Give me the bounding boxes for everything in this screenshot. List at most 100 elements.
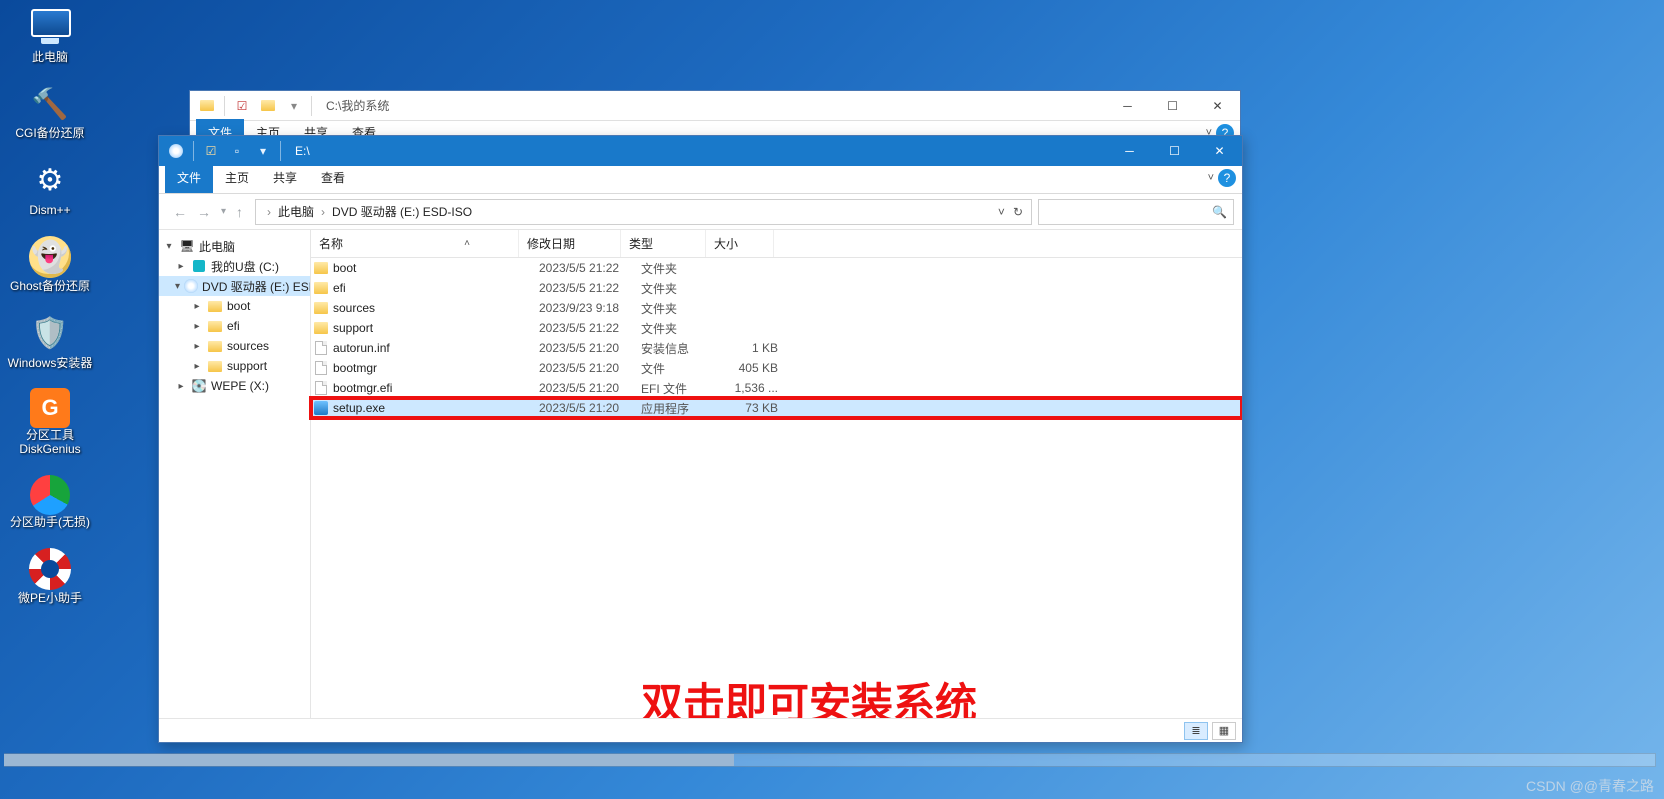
desktop-icon-dism[interactable]: ⚙ Dism++ (2, 159, 98, 217)
horizontal-scrollbar[interactable] (4, 753, 1656, 767)
desktop-icon-cgi-backup[interactable]: 🔨 CGI备份还原 (2, 82, 98, 140)
titlebar[interactable]: ☑ ▾ C:\我的系统 ─ ☐ ✕ (190, 91, 1240, 121)
address-dropdown-icon[interactable]: ˅ (998, 205, 1005, 219)
tree-item[interactable]: ▸ sources (159, 336, 310, 356)
file-row[interactable]: support2023/5/5 21:22文件夹 (311, 318, 1242, 338)
close-button[interactable]: ✕ (1195, 91, 1240, 121)
maximize-button[interactable]: ☐ (1150, 91, 1195, 121)
file-name: efi (331, 281, 539, 295)
new-folder-icon[interactable] (259, 97, 277, 115)
desktop-icon-label: Dism++ (29, 203, 70, 217)
tree-item[interactable]: ▸boot (159, 296, 310, 316)
desktop-icon-label: 此电脑 (32, 50, 68, 64)
annotation-text: 双击即可安装系统 (641, 670, 977, 718)
file-size: 1,536 ... (726, 381, 786, 395)
file-date: 2023/5/5 21:20 (539, 361, 641, 375)
properties-icon[interactable]: ☑ (233, 97, 251, 115)
navigation-pane[interactable]: ▾🖥此电脑▸我的U盘 (C:)▾DVD 驱动器 (E:) ESD-ISO▸boo… (159, 230, 311, 718)
chevron-icon[interactable]: ▸ (175, 261, 187, 272)
qat-menu-icon[interactable]: ▾ (254, 142, 272, 160)
minimize-button[interactable]: ─ (1107, 136, 1152, 166)
folder-icon (207, 358, 223, 374)
chevron-right-icon[interactable]: › (264, 205, 274, 219)
disc-icon (167, 142, 185, 160)
watermark: CSDN @@青春之路 (1526, 776, 1654, 796)
sort-asc-icon: ˄ (464, 238, 470, 249)
shield-icon: 🛡️ (28, 312, 72, 356)
file-row[interactable]: autorun.inf2023/5/5 21:20安装信息1 KB (311, 338, 1242, 358)
breadcrumb-item[interactable]: 此电脑 (278, 203, 314, 220)
disc-icon (184, 278, 198, 294)
desktop-icon-partition-asst[interactable]: 分区助手(无损) (2, 475, 98, 529)
tree-item[interactable]: ▸support (159, 356, 310, 376)
back-button[interactable]: ← (173, 204, 187, 220)
minimize-button[interactable]: ─ (1105, 91, 1150, 121)
tree-item[interactable]: ▸我的U盘 (C:) (159, 256, 310, 276)
col-name[interactable]: 名称 (319, 235, 343, 252)
tab-home[interactable]: 主页 (213, 164, 261, 193)
search-input[interactable]: 🔍 (1038, 199, 1234, 225)
ribbon-tabs: 文件 主页 共享 查看 ˅ ? (159, 166, 1242, 194)
file-type: 安装信息 (641, 340, 726, 357)
breadcrumb-item[interactable]: DVD 驱动器 (E:) ESD-ISO (332, 203, 472, 220)
desktop-icon-windows-install[interactable]: 🛡️ Windows安装器 (2, 312, 98, 370)
file-row[interactable]: sources2023/9/23 9:18文件夹 (311, 298, 1242, 318)
address-bar[interactable]: › 此电脑 › DVD 驱动器 (E:) ESD-ISO ˅ ↻ (255, 199, 1032, 225)
tab-view[interactable]: 查看 (309, 164, 357, 193)
chevron-icon[interactable]: ▸ (191, 341, 203, 352)
chevron-icon[interactable]: ▸ (191, 301, 203, 312)
desktop-icon-diskgenius[interactable]: G 分区工具DiskGenius (2, 388, 98, 457)
chevron-icon[interactable]: ▸ (175, 381, 187, 392)
file-name: autorun.inf (331, 341, 539, 355)
chevron-icon[interactable]: ▸ (191, 361, 203, 372)
scroll-thumb[interactable] (4, 754, 734, 766)
file-row[interactable]: bootmgr2023/5/5 21:20文件405 KB (311, 358, 1242, 378)
file-row[interactable]: setup.exe2023/5/5 21:20应用程序73 KB (311, 398, 1242, 418)
desktop-icon-this-pc[interactable]: 此电脑 (2, 6, 98, 64)
help-icon[interactable]: ? (1218, 169, 1236, 187)
chevron-icon[interactable]: ▾ (163, 241, 175, 252)
forward-button[interactable]: → (197, 204, 211, 220)
tree-item[interactable]: ▾🖥此电脑 (159, 236, 310, 256)
col-size[interactable]: 大小 (714, 235, 738, 252)
up-button[interactable]: ↑ (236, 204, 243, 220)
exe-icon (311, 401, 331, 415)
pc-icon (31, 9, 69, 47)
col-type[interactable]: 类型 (629, 235, 653, 252)
desktop-icon-ghost[interactable]: 👻 Ghost备份还原 (2, 235, 98, 293)
titlebar[interactable]: ☑ ▫ ▾ E:\ ─ ☐ ✕ (159, 136, 1242, 166)
diskgenius-icon: G (30, 388, 70, 428)
tree-label: sources (227, 339, 269, 353)
chevron-icon[interactable]: ▾ (175, 281, 180, 292)
column-headers[interactable]: 名称 ˄ 修改日期 类型 大小 (311, 230, 1242, 258)
file-name: setup.exe (331, 401, 539, 415)
tree-item[interactable]: ▸efi (159, 316, 310, 336)
ribbon-expand-icon[interactable]: ˅ (1208, 172, 1214, 184)
recent-menu-icon[interactable]: ▾ (221, 206, 226, 217)
view-icons-button[interactable]: ▦ (1212, 722, 1236, 740)
col-date[interactable]: 修改日期 (527, 235, 575, 252)
file-size: 1 KB (726, 341, 786, 355)
file-date: 2023/5/5 21:22 (539, 321, 641, 335)
tree-item[interactable]: ▾DVD 驱动器 (E:) ESD-ISO (159, 276, 310, 296)
properties-icon[interactable]: ☑ (202, 142, 220, 160)
qat-menu-icon[interactable]: ▾ (285, 97, 303, 115)
file-row[interactable]: efi2023/5/5 21:22文件夹 (311, 278, 1242, 298)
file-row[interactable]: bootmgr.efi2023/5/5 21:20EFI 文件1,536 ... (311, 378, 1242, 398)
file-size: 405 KB (726, 361, 786, 375)
close-button[interactable]: ✕ (1197, 136, 1242, 166)
tree-item[interactable]: ▸ 💽 WEPE (X:) (159, 376, 310, 396)
chevron-icon[interactable]: ▸ (191, 321, 203, 332)
maximize-button[interactable]: ☐ (1152, 136, 1197, 166)
view-details-button[interactable]: ≣ (1184, 722, 1208, 740)
tab-file[interactable]: 文件 (165, 164, 213, 193)
desktop-icon-micro-pe[interactable]: 微PE小助手 (2, 547, 98, 605)
tab-share[interactable]: 共享 (261, 164, 309, 193)
chevron-right-icon[interactable]: › (318, 205, 328, 219)
refresh-button[interactable]: ↻ (1013, 205, 1023, 219)
drive-icon: 💽 (191, 378, 207, 394)
tree-label: WEPE (X:) (211, 379, 269, 393)
new-folder-icon[interactable]: ▫ (228, 142, 246, 160)
file-row[interactable]: boot2023/5/5 21:22文件夹 (311, 258, 1242, 278)
folder-icon (198, 97, 216, 115)
